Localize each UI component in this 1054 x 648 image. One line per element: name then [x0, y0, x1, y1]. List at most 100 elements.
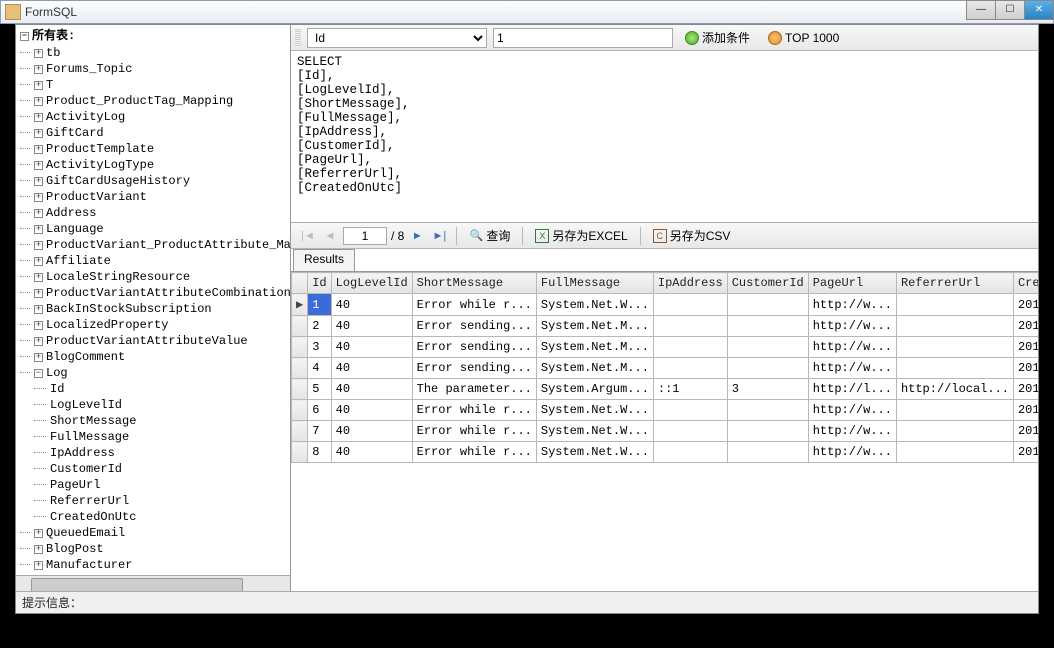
- tree-node[interactable]: +Address: [20, 205, 290, 221]
- cell[interactable]: System.Argum...: [536, 379, 653, 400]
- tree-node[interactable]: +Forums_Topic: [20, 61, 290, 77]
- cell[interactable]: 2012: [1013, 442, 1038, 463]
- row-header[interactable]: [292, 421, 308, 442]
- cell[interactable]: System.Net.W...: [536, 400, 653, 421]
- cell[interactable]: System.Net.W...: [536, 421, 653, 442]
- tree-leaf[interactable]: CustomerId: [20, 461, 290, 477]
- cell[interactable]: [727, 358, 808, 379]
- tree-node[interactable]: +GiftCard: [20, 125, 290, 141]
- tree-node[interactable]: +LocalizedProperty: [20, 317, 290, 333]
- tree-hscrollbar[interactable]: [16, 575, 290, 591]
- cell[interactable]: 2012: [1013, 358, 1038, 379]
- cell[interactable]: [653, 358, 727, 379]
- cell[interactable]: Error while r...: [412, 294, 536, 316]
- tree-node[interactable]: +ProductVariantAttributeValue: [20, 333, 290, 349]
- cell[interactable]: http://w...: [808, 400, 896, 421]
- cell[interactable]: Error sending...: [412, 337, 536, 358]
- cell[interactable]: System.Net.W...: [536, 294, 653, 316]
- tree-node[interactable]: +ProductVariant: [20, 189, 290, 205]
- cell[interactable]: System.Net.W...: [536, 442, 653, 463]
- tree-node[interactable]: +T: [20, 77, 290, 93]
- table-row[interactable]: 540The parameter...System.Argum...::13ht…: [292, 379, 1039, 400]
- cell[interactable]: 2012: [1013, 316, 1038, 337]
- tree-node[interactable]: +ProductVariant_ProductAttribute_Mappin: [20, 237, 290, 253]
- cell[interactable]: 3: [308, 337, 331, 358]
- cell[interactable]: 2012: [1013, 379, 1038, 400]
- cell[interactable]: http://l...: [808, 379, 896, 400]
- col-header[interactable]: LogLevelId: [331, 273, 412, 294]
- tree-leaf[interactable]: FullMessage: [20, 429, 290, 445]
- cell[interactable]: [896, 400, 1013, 421]
- cell[interactable]: 2012: [1013, 421, 1038, 442]
- top1000-button[interactable]: TOP 1000: [762, 29, 845, 47]
- tree-leaf[interactable]: LogLevelId: [20, 397, 290, 413]
- cell[interactable]: [727, 294, 808, 316]
- tree-node[interactable]: +Manufacturer: [20, 557, 290, 573]
- cell[interactable]: [896, 337, 1013, 358]
- col-header[interactable]: ShortMessage: [412, 273, 536, 294]
- cell[interactable]: System.Net.M...: [536, 316, 653, 337]
- cell[interactable]: 40: [331, 379, 412, 400]
- table-row[interactable]: ▶140Error while r...System.Net.W...http:…: [292, 294, 1039, 316]
- col-header[interactable]: Id: [308, 273, 331, 294]
- save-csv-button[interactable]: C 另存为CSV: [649, 225, 735, 246]
- first-page-button[interactable]: |◄: [299, 227, 317, 245]
- cell[interactable]: [653, 337, 727, 358]
- cell[interactable]: [896, 358, 1013, 379]
- tree-node[interactable]: +Affiliate: [20, 253, 290, 269]
- cell[interactable]: [727, 337, 808, 358]
- cell[interactable]: 4: [308, 358, 331, 379]
- tree-node[interactable]: +tb: [20, 45, 290, 61]
- cell[interactable]: 40: [331, 316, 412, 337]
- cell[interactable]: [727, 316, 808, 337]
- table-row[interactable]: 240Error sending...System.Net.M...http:/…: [292, 316, 1039, 337]
- cell[interactable]: 2: [308, 316, 331, 337]
- cell[interactable]: http://w...: [808, 442, 896, 463]
- row-header[interactable]: [292, 358, 308, 379]
- tree-node[interactable]: +ActivityLog: [20, 109, 290, 125]
- close-button[interactable]: ✕: [1024, 0, 1054, 20]
- row-header[interactable]: [292, 379, 308, 400]
- cell[interactable]: 40: [331, 400, 412, 421]
- row-header[interactable]: [292, 400, 308, 421]
- tree-node[interactable]: +QueuedEmail: [20, 525, 290, 541]
- tree-node[interactable]: +ProductTemplate: [20, 141, 290, 157]
- tree-node[interactable]: +BlogPost: [20, 541, 290, 557]
- page-input[interactable]: [343, 227, 387, 245]
- last-page-button[interactable]: ►|: [430, 227, 448, 245]
- cell[interactable]: Error while r...: [412, 421, 536, 442]
- row-header[interactable]: [292, 337, 308, 358]
- value-input[interactable]: [493, 28, 673, 48]
- table-row[interactable]: 340Error sending...System.Net.M...http:/…: [292, 337, 1039, 358]
- cell[interactable]: [727, 442, 808, 463]
- tree-node[interactable]: −Log: [20, 365, 290, 381]
- cell[interactable]: ::1: [653, 379, 727, 400]
- table-row[interactable]: 440Error sending...System.Net.M...http:/…: [292, 358, 1039, 379]
- table-row[interactable]: 640Error while r...System.Net.W...http:/…: [292, 400, 1039, 421]
- cell[interactable]: [896, 294, 1013, 316]
- cell[interactable]: Error while r...: [412, 442, 536, 463]
- cell[interactable]: http://local...: [896, 379, 1013, 400]
- tree-node[interactable]: +LocaleStringResource: [20, 269, 290, 285]
- cell[interactable]: 2012: [1013, 294, 1038, 316]
- next-page-button[interactable]: ►: [408, 227, 426, 245]
- maximize-button[interactable]: ☐: [995, 0, 1025, 20]
- tree-leaf[interactable]: PageUrl: [20, 477, 290, 493]
- cell[interactable]: Error while r...: [412, 400, 536, 421]
- cell[interactable]: [653, 400, 727, 421]
- titlebar[interactable]: FormSQL: [0, 0, 1054, 24]
- cell[interactable]: [896, 442, 1013, 463]
- tree-node[interactable]: +GiftCardUsageHistory: [20, 173, 290, 189]
- tree-leaf[interactable]: CreatedOnUtc: [20, 509, 290, 525]
- cell[interactable]: [653, 442, 727, 463]
- col-header[interactable]: FullMessage: [536, 273, 653, 294]
- cell[interactable]: http://w...: [808, 358, 896, 379]
- cell[interactable]: 2012: [1013, 337, 1038, 358]
- tree-leaf[interactable]: IpAddress: [20, 445, 290, 461]
- tab-results[interactable]: Results: [293, 249, 355, 271]
- tree-node[interactable]: +ProductVariantAttributeCombination: [20, 285, 290, 301]
- save-excel-button[interactable]: X 另存为EXCEL: [531, 225, 631, 246]
- cell[interactable]: [653, 294, 727, 316]
- col-header[interactable]: Cre: [1013, 273, 1038, 294]
- cell[interactable]: [727, 400, 808, 421]
